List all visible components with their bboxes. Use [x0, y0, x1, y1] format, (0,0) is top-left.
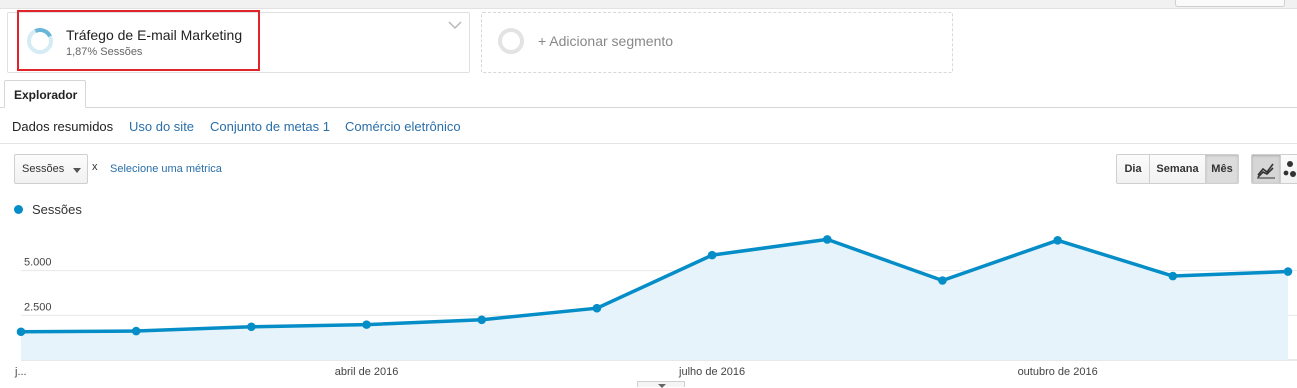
data-point — [707, 250, 717, 260]
subnav-ecommerce[interactable]: Comércio eletrônico — [345, 119, 461, 134]
data-point — [938, 276, 947, 285]
subnav-site-usage[interactable]: Uso do site — [129, 119, 194, 134]
subnav-goal-set-1[interactable]: Conjunto de metas 1 — [210, 119, 330, 134]
x-tick-label: j... — [14, 366, 27, 378]
sessions-chart: 2.500 5.000 j... abril de 2016 julho de 2016… — [14, 235, 1297, 378]
x-tick-label: abril de 2016 — [335, 366, 399, 378]
y-tick-label: 2.500 — [24, 301, 52, 313]
add-segment-label[interactable]: + Adicionar segmento — [538, 33, 673, 49]
period-day-button[interactable]: Dia — [1116, 154, 1150, 184]
data-point — [592, 303, 602, 313]
remove-metric-button[interactable]: x — [92, 161, 98, 173]
data-point — [1053, 235, 1062, 245]
toolbar-tab-edge[interactable] — [1175, 0, 1285, 7]
metric-select[interactable]: Sessões — [14, 154, 88, 184]
tab-explorer-label: Explorador — [14, 88, 78, 102]
line-chart-icon — [1257, 163, 1275, 179]
subnav-summary[interactable]: Dados resumidos — [12, 119, 113, 134]
expand-handle[interactable] — [637, 381, 685, 388]
series-area — [21, 239, 1288, 360]
data-point — [131, 326, 141, 336]
data-point — [477, 315, 487, 325]
segment-highlight-box — [17, 10, 260, 71]
line-chart-button[interactable] — [1251, 154, 1281, 184]
motion-chart-button[interactable] — [1280, 154, 1297, 184]
legend-series-label: Sessões — [32, 202, 82, 217]
data-point — [822, 235, 832, 244]
chevron-down-icon[interactable] — [448, 20, 462, 30]
add-segment-ring-icon — [498, 28, 524, 54]
x-tick-label: julho de 2016 — [678, 366, 745, 378]
legend-series-dot — [14, 205, 23, 214]
period-month-button[interactable]: Mês — [1205, 154, 1239, 184]
data-point — [1168, 271, 1178, 281]
period-week-button[interactable]: Semana — [1149, 154, 1206, 184]
data-point — [1283, 267, 1293, 276]
select-metric-link[interactable]: Selecione uma métrica — [110, 163, 222, 175]
dropdown-caret-icon — [73, 168, 81, 173]
data-point — [16, 327, 26, 337]
data-point — [362, 320, 371, 329]
metric-select-value: Sessões — [22, 163, 65, 175]
tabs-divider — [0, 107, 1297, 108]
y-tick-label: 5.000 — [24, 257, 52, 269]
data-point — [247, 322, 256, 332]
motion-chart-icon — [1283, 161, 1296, 177]
top-toolbar-strip — [0, 0, 1297, 9]
controls-divider — [0, 143, 1297, 144]
tab-explorer[interactable]: Explorador — [4, 80, 86, 108]
x-tick-label: outubro de 2016 — [1018, 366, 1098, 378]
